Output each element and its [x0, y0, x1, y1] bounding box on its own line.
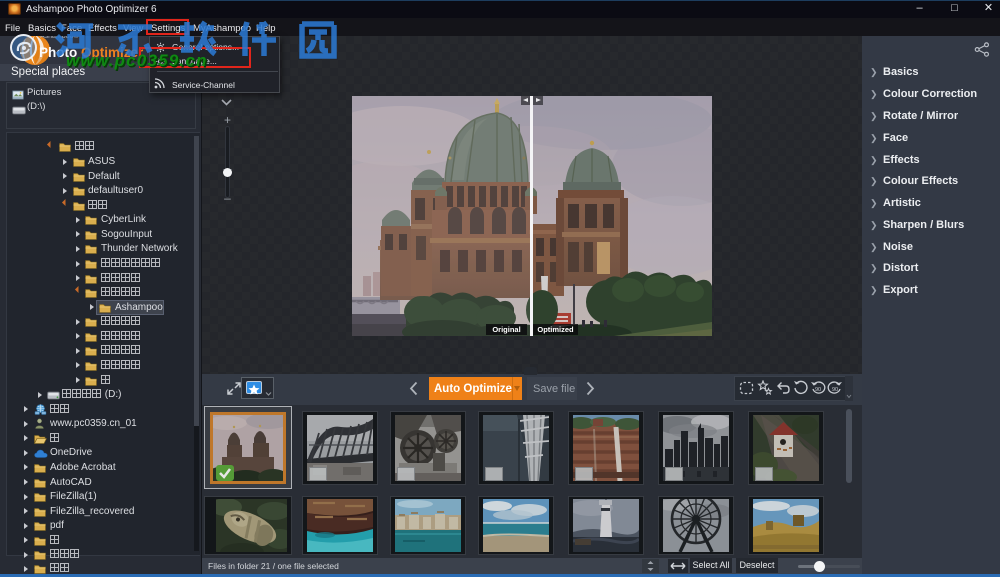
- svg-text:90: 90: [815, 387, 821, 393]
- svg-text:90: 90: [832, 387, 838, 393]
